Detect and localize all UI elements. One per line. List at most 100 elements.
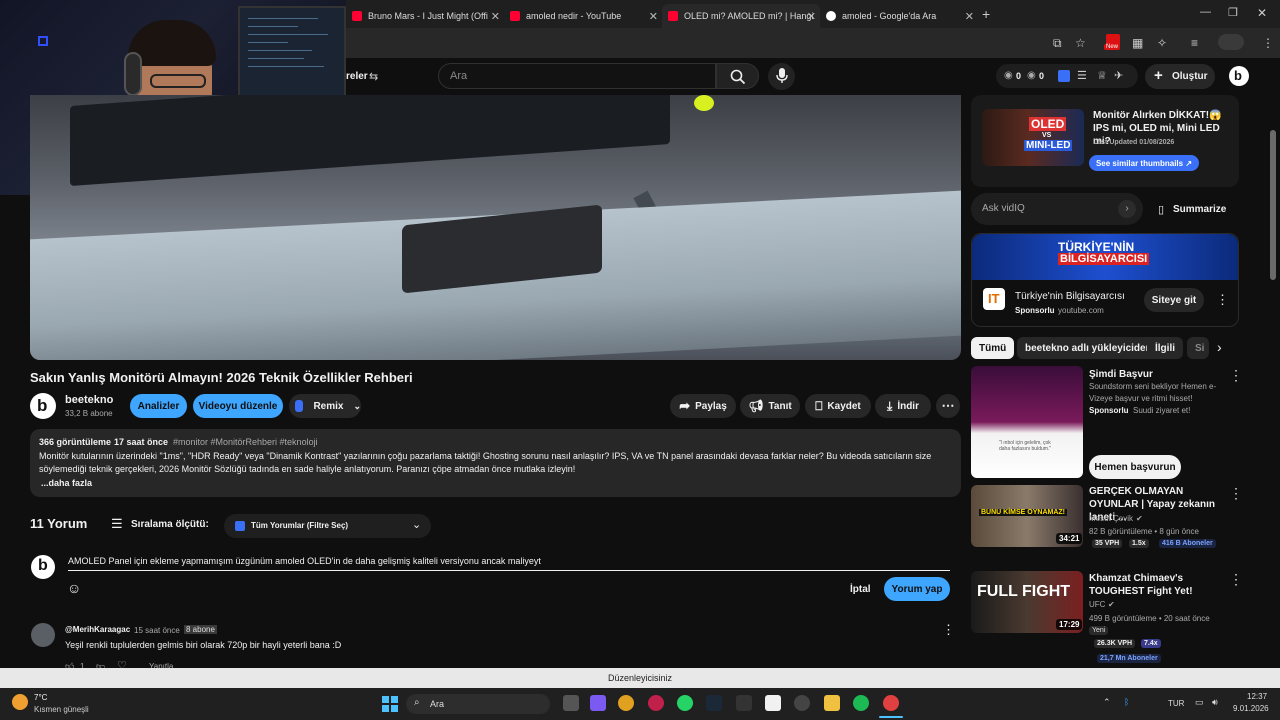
- show-more-link[interactable]: ...daha fazla: [41, 478, 92, 488]
- voice-search-button[interactable]: [768, 63, 795, 90]
- ask-vidiq-input[interactable]: Ask vidIQ ›: [971, 193, 1143, 225]
- rocket-icon[interactable]: ✈: [1114, 69, 1123, 82]
- volume-icon[interactable]: 🔊︎: [1212, 697, 1218, 708]
- copilot-icon[interactable]: [590, 695, 606, 711]
- promo-menu-icon[interactable]: ⋮: [1229, 368, 1243, 382]
- chrome-icon[interactable]: [618, 695, 634, 711]
- video-channel[interactable]: UFC: [1089, 600, 1105, 609]
- channel-name[interactable]: beetekno: [65, 394, 113, 406]
- video-menu-icon[interactable]: ⋮: [1229, 486, 1243, 500]
- share-button[interactable]: ➦ Paylaş: [670, 394, 736, 418]
- snipping-tool-icon[interactable]: [765, 695, 781, 711]
- video-player[interactable]: [30, 95, 961, 360]
- close-tab-icon[interactable]: ✕: [649, 10, 658, 23]
- remix-button[interactable]: Remix ⌄: [289, 394, 361, 418]
- bookmark-star-icon[interactable]: ☆: [1075, 36, 1086, 50]
- chevron-right-icon[interactable]: ›: [1217, 339, 1222, 355]
- trophy-icon[interactable]: ♕: [1097, 69, 1107, 82]
- comment-author[interactable]: @MerihKaraagac: [65, 625, 130, 634]
- create-button[interactable]: + Oluştur: [1145, 64, 1215, 89]
- sort-label[interactable]: Sıralama ölçütü:: [131, 519, 209, 530]
- ad-banner[interactable]: TÜRKİYE'NİN BİLGİSAYARCISI: [972, 234, 1238, 280]
- chip-from-uploader[interactable]: beetekno adlı yükleyiciden: [1017, 337, 1160, 359]
- comment-menu-icon[interactable]: ⋮: [942, 622, 955, 638]
- close-tab-icon[interactable]: ✕: [807, 10, 816, 23]
- promote-button[interactable]: 📢︎ Tanıt: [740, 394, 800, 418]
- analytics-button[interactable]: Analizler: [130, 394, 187, 418]
- browser-tab[interactable]: amoled - Google'da Ara ✕: [820, 4, 978, 28]
- extensions-puzzle-icon[interactable]: ✧: [1157, 36, 1167, 50]
- filter-icon[interactable]: ⇆: [369, 70, 378, 83]
- minimize-icon[interactable]: —: [1200, 6, 1211, 18]
- maximize-icon[interactable]: ❐: [1228, 6, 1238, 19]
- obs-icon[interactable]: [794, 695, 810, 711]
- whatsapp-icon[interactable]: [677, 695, 693, 711]
- send-arrow-icon[interactable]: ›: [1118, 200, 1136, 218]
- emoji-icon[interactable]: ☺: [67, 580, 81, 596]
- promo-thumbnail[interactable]: "l ınbol için gelelim, çok daha fazlasın…: [971, 366, 1083, 478]
- clock-date[interactable]: 9.01.2026: [1233, 704, 1269, 713]
- epic-games-icon[interactable]: [736, 695, 752, 711]
- vidiq-card-thumbnail[interactable]: OLED VS MINI-LED: [982, 109, 1084, 166]
- account-avatar[interactable]: b: [1229, 66, 1249, 86]
- new-tab-button[interactable]: +: [982, 6, 990, 22]
- search-input[interactable]: Ara: [438, 63, 716, 89]
- search-button[interactable]: [716, 63, 759, 89]
- comment-input[interactable]: AMOLED Panel için ekleme yapmamışım üzgü…: [68, 556, 541, 566]
- video-menu-icon[interactable]: ⋮: [1229, 572, 1243, 586]
- weather-icon[interactable]: [12, 694, 28, 710]
- menu-kebab-icon[interactable]: ⋮: [1262, 36, 1274, 50]
- video-thumbnail[interactable]: BUNU KİMSE OYNAMAZ! 34:21: [971, 485, 1083, 547]
- close-tab-icon[interactable]: ✕: [965, 10, 974, 23]
- vidiq-icon[interactable]: [1058, 70, 1070, 82]
- hashtags[interactable]: #monitor #MonitörRehberi #teknoloji: [173, 437, 318, 447]
- video-channel[interactable]: Mesut Çevik: [1089, 514, 1133, 523]
- install-icon[interactable]: ⧉: [1053, 36, 1062, 51]
- ad-menu-icon[interactable]: ⋮: [1216, 292, 1229, 308]
- cancel-button[interactable]: İptal: [850, 584, 871, 595]
- extension-icon[interactable]: ▦: [1132, 36, 1143, 50]
- summarize-button[interactable]: Summarize: [1173, 204, 1226, 215]
- chip-related[interactable]: İlgili: [1147, 337, 1183, 359]
- chip-all[interactable]: Tümü: [971, 337, 1015, 359]
- download-button[interactable]: ⤓ İndir: [875, 394, 931, 418]
- channel-avatar[interactable]: b: [30, 393, 56, 419]
- chip-more[interactable]: Si: [1187, 337, 1209, 359]
- comment-filter-dropdown[interactable]: Tüm Yorumlar (Filtre Seç) ⌄: [224, 514, 431, 538]
- visit-site-button[interactable]: Siteye git: [1144, 288, 1204, 312]
- sort-icon[interactable]: ☰: [111, 516, 123, 532]
- media-icon[interactable]: ≡: [1191, 36, 1198, 50]
- chrome-active-icon[interactable]: [883, 695, 899, 711]
- browser-tab[interactable]: amoled nedir - YouTube ✕: [504, 4, 662, 28]
- description-box[interactable]: [30, 429, 961, 497]
- browser-tab[interactable]: Bruno Mars - I Just Might (Offi ✕: [346, 4, 504, 28]
- apply-now-button[interactable]: Hemen başvurun: [1089, 455, 1181, 479]
- clock-time[interactable]: 12:37: [1247, 692, 1267, 701]
- file-explorer-icon[interactable]: [824, 695, 840, 711]
- list-icon[interactable]: ☰: [1077, 69, 1087, 82]
- close-tab-icon[interactable]: ✕: [491, 10, 500, 23]
- edit-video-button[interactable]: Videoyu düzenle: [193, 394, 283, 418]
- video-title[interactable]: Khamzat Chimaev's TOUGHEST Fight Yet!: [1089, 572, 1229, 598]
- windows-start-icon[interactable]: [382, 696, 398, 712]
- taskbar-search[interactable]: ⌕ Ara: [406, 694, 550, 714]
- save-button[interactable]: ⎕ Kaydet: [805, 394, 871, 418]
- language-indicator[interactable]: TUR: [1168, 699, 1184, 708]
- opera-icon[interactable]: [648, 695, 664, 711]
- submit-comment-button[interactable]: Yorum yap: [884, 577, 950, 601]
- tray-chevron-icon[interactable]: ⌃: [1103, 697, 1111, 708]
- scrollbar-thumb[interactable]: [1270, 130, 1276, 280]
- bluetooth-icon[interactable]: ᛒ: [1124, 697, 1129, 707]
- spotify-icon[interactable]: [853, 695, 869, 711]
- steam-icon[interactable]: [706, 695, 722, 711]
- video-thumbnail[interactable]: FULL FIGHT 17:29: [971, 571, 1083, 633]
- monitor-icon[interactable]: ▭: [1195, 697, 1204, 708]
- task-view-icon[interactable]: [563, 695, 579, 711]
- commenter-avatar[interactable]: [31, 623, 55, 647]
- browser-tab-active[interactable]: OLED mi? AMOLED mi? | Hangi ✕: [662, 4, 820, 28]
- more-actions-icon[interactable]: ⋯: [936, 394, 960, 418]
- profile-avatar[interactable]: [1218, 34, 1244, 50]
- see-similar-thumbnails-button[interactable]: See similar thumbnails ↗: [1089, 155, 1199, 171]
- filter-label[interactable]: reler: [346, 71, 368, 82]
- close-window-icon[interactable]: ✕: [1257, 6, 1267, 20]
